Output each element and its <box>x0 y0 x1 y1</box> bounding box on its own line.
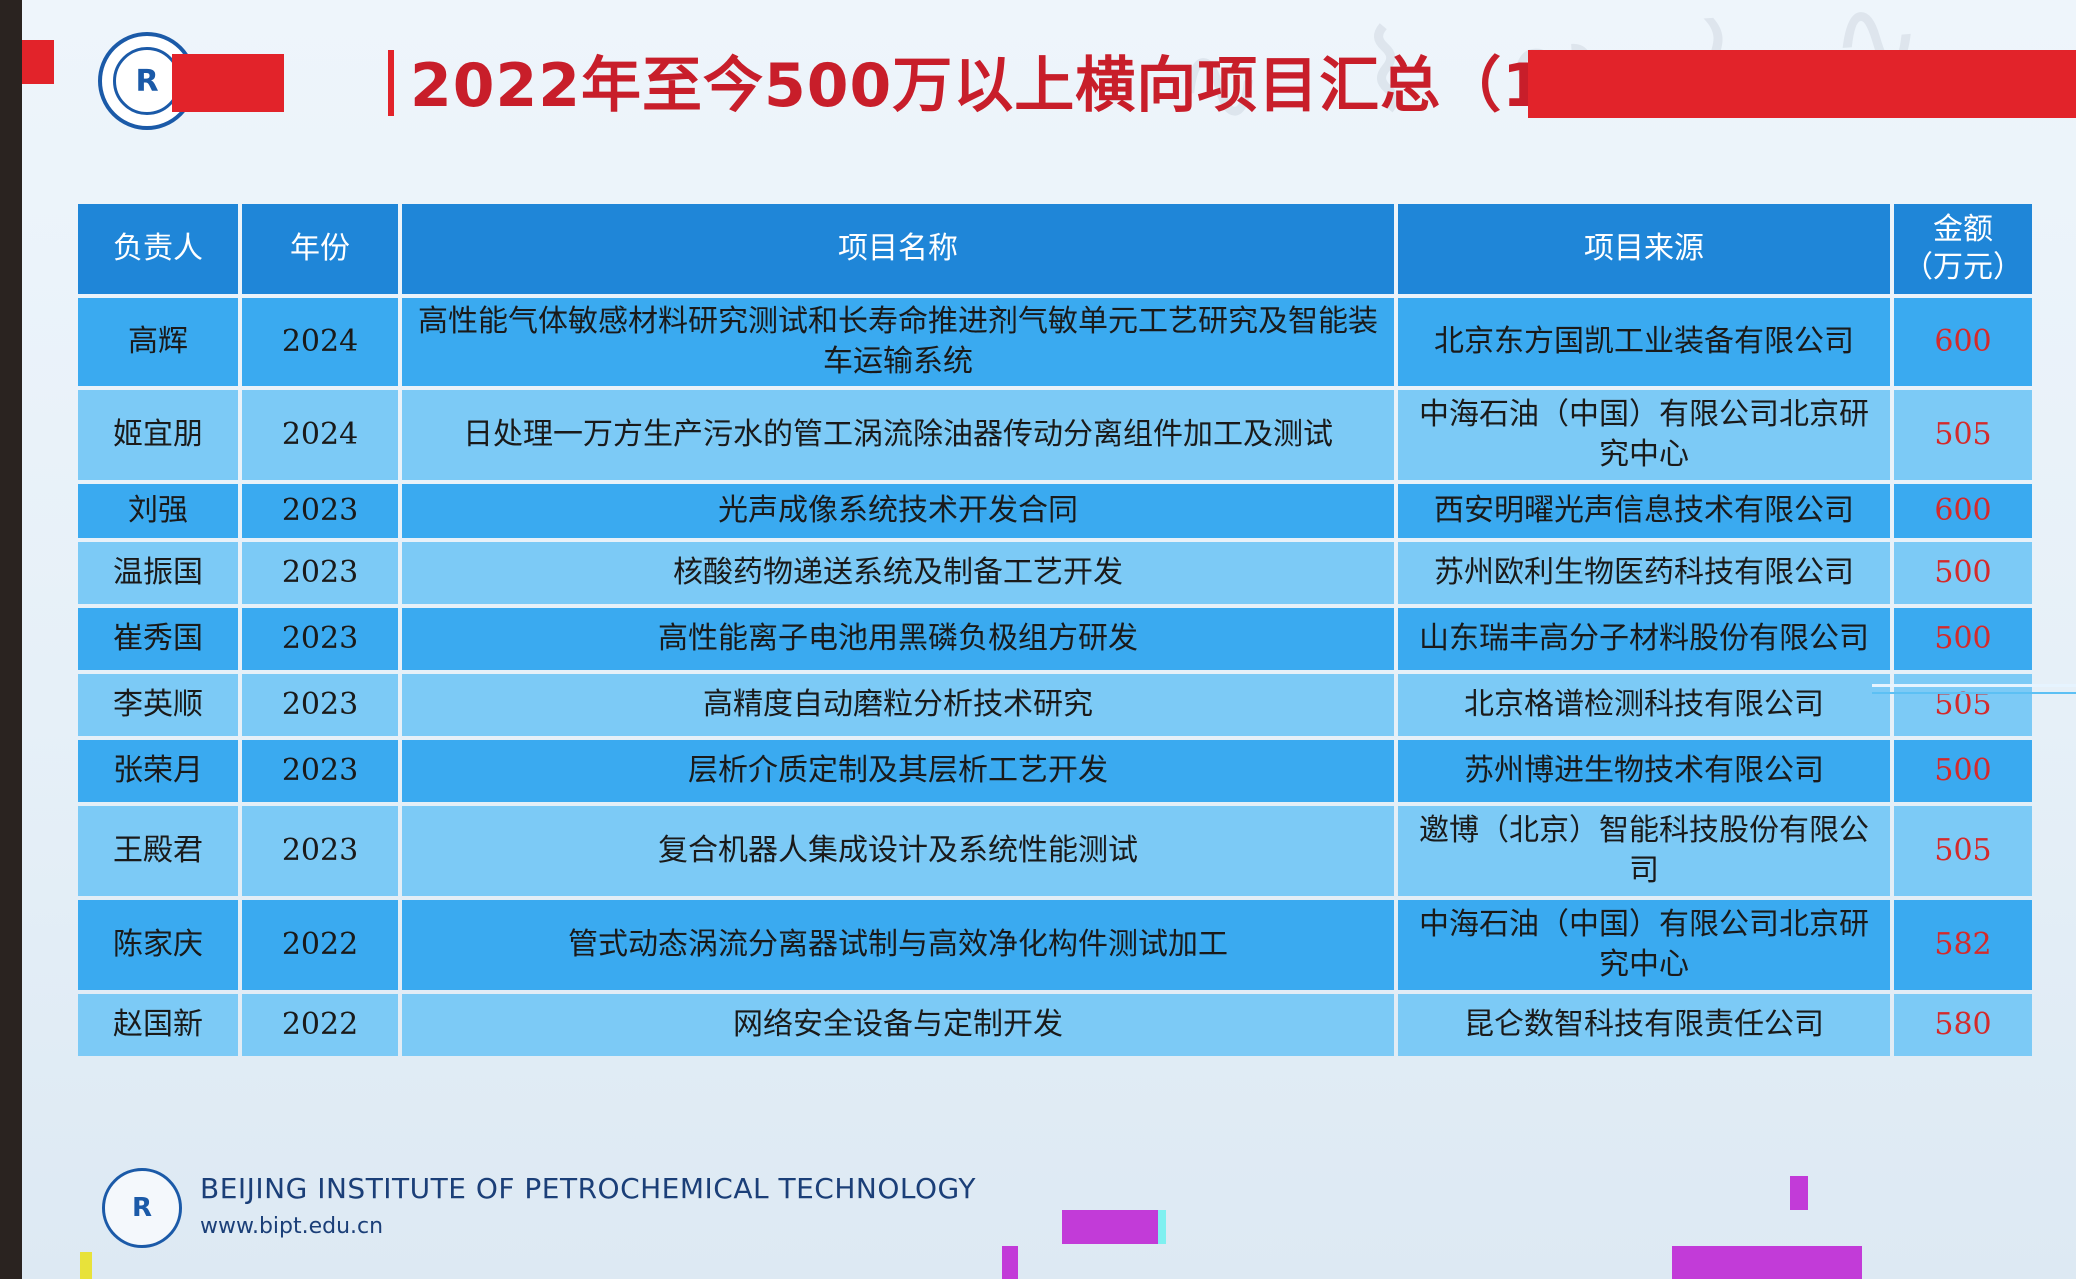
cell-amount: 600 <box>1894 298 2032 386</box>
cell-project: 高性能气体敏感材料研究测试和长寿命推进剂气敏单元工艺研究及智能装车运输系统 <box>402 298 1394 386</box>
glitch-artifact <box>1002 1246 1018 1279</box>
table-row: 刘强 2023 光声成像系统技术开发合同 西安明曜光声信息技术有限公司 600 <box>78 484 2032 538</box>
cell-project: 日处理一万方生产污水的管工涡流除油器传动分离组件加工及测试 <box>402 390 1394 480</box>
header-red-bar-middle <box>172 54 284 112</box>
cell-source: 中海石油（中国）有限公司北京研究中心 <box>1398 900 1890 990</box>
cell-amount: 500 <box>1894 740 2032 802</box>
cell-person: 王殿君 <box>78 806 238 896</box>
cell-project: 光声成像系统技术开发合同 <box>402 484 1394 538</box>
cell-year: 2023 <box>242 674 398 736</box>
cell-year: 2023 <box>242 740 398 802</box>
cell-source: 苏州欧利生物医药科技有限公司 <box>1398 542 1890 604</box>
cell-amount: 580 <box>1894 994 2032 1056</box>
glitch-artifact <box>1872 692 2076 694</box>
cell-source: 苏州博进生物技术有限公司 <box>1398 740 1890 802</box>
cell-amount: 505 <box>1894 390 2032 480</box>
column-header-amount: 金额 （万元） <box>1894 204 2032 294</box>
glitch-artifact <box>1158 1210 1166 1244</box>
glitch-artifact <box>1872 684 2076 687</box>
cell-amount: 505 <box>1894 806 2032 896</box>
cell-amount: 500 <box>1894 542 2032 604</box>
cell-year: 2023 <box>242 484 398 538</box>
cell-year: 2024 <box>242 298 398 386</box>
column-header-project: 项目名称 <box>402 204 1394 294</box>
cell-source: 西安明曜光声信息技术有限公司 <box>1398 484 1890 538</box>
header-red-bar-right <box>1528 50 2076 118</box>
cell-project: 复合机器人集成设计及系统性能测试 <box>402 806 1394 896</box>
cell-source: 中海石油（中国）有限公司北京研究中心 <box>1398 390 1890 480</box>
project-table: 负责人 年份 项目名称 项目来源 金额 （万元） 高辉 2024 高性能气体敏感… <box>74 200 2036 1060</box>
footer-institution: BEIJING INSTITUTE OF PETROCHEMICAL TECHN… <box>200 1172 976 1205</box>
cell-year: 2023 <box>242 806 398 896</box>
cell-person: 陈家庆 <box>78 900 238 990</box>
cell-project: 核酸药物递送系统及制备工艺开发 <box>402 542 1394 604</box>
cell-amount: 500 <box>1894 608 2032 670</box>
cell-person: 张荣月 <box>78 740 238 802</box>
cell-person: 姬宜朋 <box>78 390 238 480</box>
cell-project: 网络安全设备与定制开发 <box>402 994 1394 1056</box>
slide: ∿ ⌇ ∾ ≀ ∿ R 2022年至今500万以上横向项目汇总（10项） 负责人… <box>22 0 2076 1279</box>
cell-person: 温振国 <box>78 542 238 604</box>
cell-person: 崔秀国 <box>78 608 238 670</box>
table-row: 张荣月 2023 层析介质定制及其层析工艺开发 苏州博进生物技术有限公司 500 <box>78 740 2032 802</box>
table-header-row: 负责人 年份 项目名称 项目来源 金额 （万元） <box>78 204 2032 294</box>
logo-monogram: R <box>113 47 181 115</box>
cell-year: 2022 <box>242 900 398 990</box>
column-header-source: 项目来源 <box>1398 204 1890 294</box>
column-header-year: 年份 <box>242 204 398 294</box>
title-divider <box>388 50 394 116</box>
cell-year: 2023 <box>242 542 398 604</box>
table-row: 赵国新 2022 网络安全设备与定制开发 昆仑数智科技有限责任公司 580 <box>78 994 2032 1056</box>
cell-year: 2023 <box>242 608 398 670</box>
cell-project: 层析介质定制及其层析工艺开发 <box>402 740 1394 802</box>
table-row: 王殿君 2023 复合机器人集成设计及系统性能测试 邀博（北京）智能科技股份有限… <box>78 806 2032 896</box>
table-row: 温振国 2023 核酸药物递送系统及制备工艺开发 苏州欧利生物医药科技有限公司 … <box>78 542 2032 604</box>
table-row: 崔秀国 2023 高性能离子电池用黑磷负极组方研发 山东瑞丰高分子材料股份有限公… <box>78 608 2032 670</box>
cell-source: 昆仑数智科技有限责任公司 <box>1398 994 1890 1056</box>
cell-person: 刘强 <box>78 484 238 538</box>
glitch-artifact <box>1672 1246 1862 1279</box>
table-row: 姬宜朋 2024 日处理一万方生产污水的管工涡流除油器传动分离组件加工及测试 中… <box>78 390 2032 480</box>
page-title: 2022年至今500万以上横向项目汇总（10项） <box>410 51 1710 121</box>
cell-source: 邀博（北京）智能科技股份有限公司 <box>1398 806 1890 896</box>
amount-header-line1: 金额 <box>1933 212 1993 247</box>
cell-person: 李英顺 <box>78 674 238 736</box>
cell-source: 北京格谱检测科技有限公司 <box>1398 674 1890 736</box>
cell-person: 高辉 <box>78 298 238 386</box>
cell-project: 高精度自动磨粒分析技术研究 <box>402 674 1394 736</box>
cell-source: 北京东方国凯工业装备有限公司 <box>1398 298 1890 386</box>
table-row: 陈家庆 2022 管式动态涡流分离器试制与高效净化构件测试加工 中海石油（中国）… <box>78 900 2032 990</box>
column-header-person: 负责人 <box>78 204 238 294</box>
cell-project: 高性能离子电池用黑磷负极组方研发 <box>402 608 1394 670</box>
cell-person: 赵国新 <box>78 994 238 1056</box>
glitch-artifact <box>1790 1176 1808 1210</box>
cell-year: 2024 <box>242 390 398 480</box>
footer-logo-icon: R <box>102 1168 182 1248</box>
cell-source: 山东瑞丰高分子材料股份有限公司 <box>1398 608 1890 670</box>
cell-project: 管式动态涡流分离器试制与高效净化构件测试加工 <box>402 900 1394 990</box>
glitch-artifact <box>80 1252 92 1279</box>
cell-amount: 600 <box>1894 484 2032 538</box>
cell-year: 2022 <box>242 994 398 1056</box>
glitch-artifact <box>1062 1210 1158 1244</box>
footer-url: www.bipt.edu.cn <box>200 1214 384 1239</box>
amount-header-line2: （万元） <box>1903 250 2023 285</box>
header-red-bar-left <box>22 40 54 84</box>
cell-amount: 582 <box>1894 900 2032 990</box>
table-row: 李英顺 2023 高精度自动磨粒分析技术研究 北京格谱检测科技有限公司 505 <box>78 674 2032 736</box>
table-row: 高辉 2024 高性能气体敏感材料研究测试和长寿命推进剂气敏单元工艺研究及智能装… <box>78 298 2032 386</box>
